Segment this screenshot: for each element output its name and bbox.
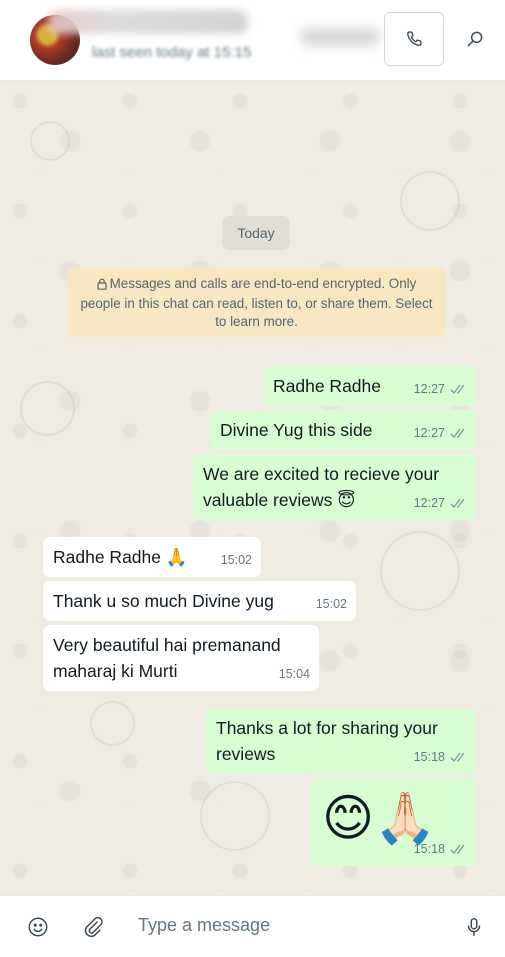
double-check-icon — [450, 498, 465, 508]
double-check-icon — [450, 428, 465, 438]
wallpaper-doodle — [200, 781, 270, 851]
message-meta: 15:18 — [414, 836, 467, 862]
message-time: 15:04 — [278, 667, 310, 681]
wallpaper-doodle — [90, 701, 135, 746]
message-list[interactable]: Today Messages and calls are end-to-end … — [0, 81, 505, 895]
message-meta: 15:18 — [414, 744, 467, 770]
message-meta: 15:04 — [279, 661, 310, 687]
search-icon — [467, 31, 483, 47]
message-meta: 12:27 — [414, 490, 467, 516]
wallpaper-doodle — [380, 531, 460, 611]
message-text: We are excited to recieve your valuable … — [203, 464, 440, 510]
message-meta: 15:02 — [316, 591, 347, 617]
message-bubble-outgoing-emoji[interactable]: 😊🙏🏻 15:18 — [310, 778, 476, 866]
microphone-icon — [467, 918, 481, 936]
composer-bar: Type a message — [0, 895, 505, 957]
message-text: Very beautiful hai premanand maharaj ki … — [53, 635, 281, 681]
message-text: Divine Yug this side — [220, 420, 373, 440]
voice-message-button[interactable] — [461, 914, 487, 940]
lock-icon — [97, 277, 107, 295]
emoji-button[interactable] — [25, 914, 51, 940]
message-bubble-incoming[interactable]: Thank u so much Divine yug 15:02 — [43, 581, 356, 621]
message-text: Radhe Radhe 🙏 — [53, 547, 188, 567]
wallpaper-doodle — [400, 171, 460, 231]
emoji-icon — [28, 917, 48, 937]
wallpaper-doodle — [20, 381, 75, 436]
message-text: Thank u so much Divine yug — [53, 591, 274, 611]
message-meta: 12:27 — [414, 376, 467, 402]
message-bubble-incoming[interactable]: Very beautiful hai premanand maharaj ki … — [43, 625, 319, 691]
message-time: 15:18 — [413, 842, 445, 856]
message-time: 12:27 — [413, 426, 445, 440]
message-bubble-outgoing[interactable]: Thanks a lot for sharing your reviews 15… — [206, 708, 476, 774]
message-bubble-outgoing[interactable]: We are excited to recieve your valuable … — [193, 454, 476, 520]
message-bubble-outgoing[interactable]: Divine Yug this side 12:27 — [210, 410, 476, 450]
message-time: 15:18 — [413, 750, 445, 764]
double-check-icon — [450, 752, 465, 762]
contact-name-redacted[interactable] — [48, 10, 248, 34]
message-bubble-incoming[interactable]: Radhe Radhe 🙏 15:02 — [43, 537, 261, 577]
search-button[interactable] — [458, 22, 492, 56]
message-input[interactable]: Type a message — [138, 915, 270, 936]
double-check-icon — [450, 844, 465, 854]
message-text: Thanks a lot for sharing your reviews — [216, 718, 438, 764]
chat-header: last seen today at 15:15 — [0, 0, 505, 81]
message-text: Radhe Radhe — [273, 376, 381, 396]
paperclip-icon — [84, 916, 103, 938]
double-check-icon — [450, 384, 465, 394]
message-meta: 12:27 — [414, 420, 467, 446]
attach-button[interactable] — [80, 914, 106, 940]
phone-icon — [407, 31, 422, 46]
encryption-notice[interactable]: Messages and calls are end-to-end encryp… — [67, 267, 446, 337]
date-separator: Today — [222, 216, 290, 250]
message-time: 15:02 — [315, 597, 347, 611]
call-button[interactable] — [384, 12, 444, 66]
message-time: 12:27 — [413, 382, 445, 396]
message-meta: 15:02 — [221, 547, 252, 573]
message-bubble-outgoing[interactable]: Radhe Radhe 12:27 — [263, 366, 476, 406]
redacted-area — [300, 28, 380, 46]
message-time: 12:27 — [413, 496, 445, 510]
wallpaper-doodle — [30, 121, 70, 161]
message-time: 15:02 — [220, 553, 252, 567]
encryption-notice-text: Messages and calls are end-to-end encryp… — [80, 276, 433, 329]
last-seen-status: last seen today at 15:15 — [92, 44, 252, 61]
